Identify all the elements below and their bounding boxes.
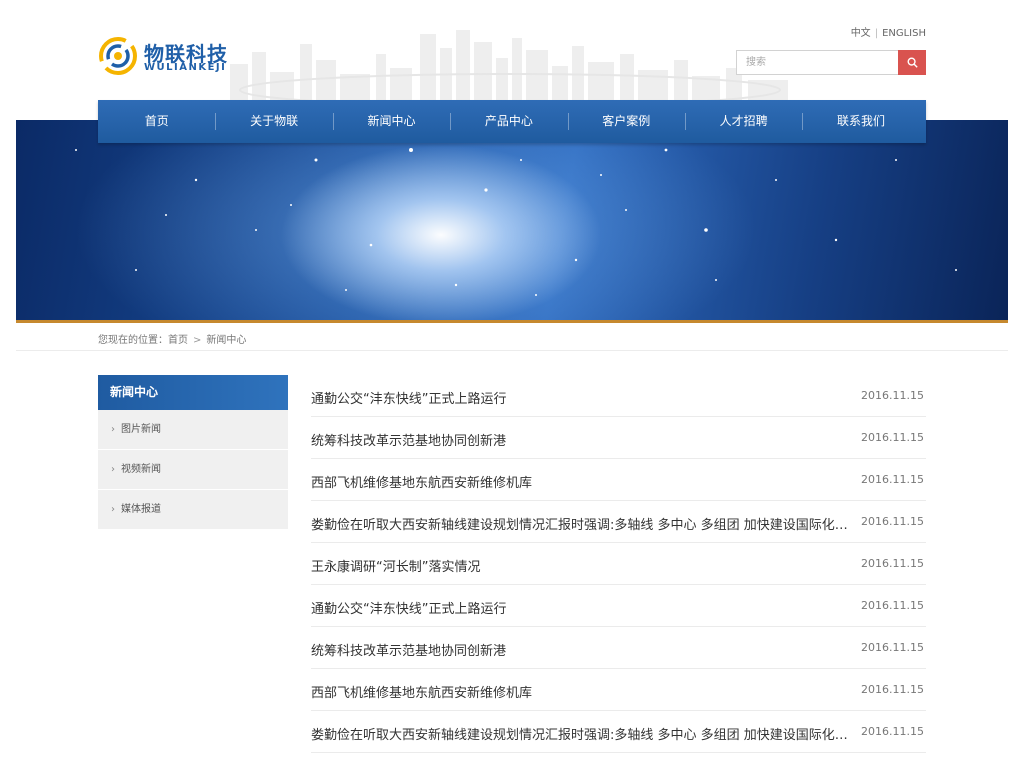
divider [16,350,1008,351]
breadcrumb-label: 您现在的位置： [98,335,168,346]
news-date: 2016.11.15 [861,725,924,738]
nav-item-products[interactable]: 产品中心 [450,100,567,143]
nav-item-home[interactable]: 首页 [98,100,215,143]
news-date: 2016.11.15 [861,473,924,486]
swirl-logo-icon [99,37,137,75]
sidebar-item-video-news[interactable]: › 视频新闻 [98,450,288,490]
news-date: 2016.11.15 [861,557,924,570]
search-input[interactable] [736,50,898,75]
news-row[interactable]: 通勤公交“沣东快线”正式上路运行 2016.11.15 [311,585,926,627]
nav-item-cases[interactable]: 客户案例 [567,100,685,143]
sidebar-item-label: 图片新闻 [121,424,161,435]
sidebar-item-photo-news[interactable]: › 图片新闻 [98,410,288,450]
news-list: 通勤公交“沣东快线”正式上路运行 2016.11.15 统筹科技改革示范基地协同创… [311,375,926,753]
brand-name-en: WULIANKEJI [144,62,227,73]
news-row[interactable]: 王永康调研“河长制”落实情况 2016.11.15 [311,543,926,585]
nav-item-contact[interactable]: 联系我们 [802,100,919,143]
brand-logo[interactable]: 物联科技 WULIANKEJI [98,36,258,78]
banner-stars [75,148,957,296]
sidebar: 新闻中心 › 图片新闻 › 视频新闻 › 媒体报道 [98,375,288,530]
news-row[interactable]: 统筹科技改革示范基地协同创新港 2016.11.15 [311,417,926,459]
news-date: 2016.11.15 [861,683,924,696]
news-title-link[interactable]: 通勤公交“沣东快线”正式上路运行 [311,598,851,617]
chevron-right-icon: › [111,424,115,435]
news-date: 2016.11.15 [861,599,924,612]
breadcrumb: 您现在的位置：首页 > 新闻中心 [98,331,246,346]
news-title-link[interactable]: 统筹科技改革示范基地协同创新港 [311,430,851,449]
news-date: 2016.11.15 [861,389,924,402]
sidebar-item-label: 媒体报道 [121,504,161,515]
nav-item-careers[interactable]: 人才招聘 [684,100,802,143]
nav-item-about[interactable]: 关于物联 [215,100,332,143]
news-row[interactable]: 娄勤俭在听取大西安新轴线建设规划情况汇报时强调:多轴线 多中心 多组团 加快建设… [311,501,926,543]
search-icon [907,57,918,68]
language-switcher: 中文 | ENGLISH [851,24,926,39]
lang-english-link[interactable]: ENGLISH [882,28,926,39]
news-row[interactable]: 西部飞机维修基地东航西安新维修机库 2016.11.15 [311,459,926,501]
page: 物联科技 WULIANKEJI 中文|ENGLISH 首页 关于物联 新闻中心 … [0,0,1024,768]
breadcrumb-separator: > [193,335,202,346]
news-title-link[interactable]: 娄勤俭在听取大西安新轴线建设规划情况汇报时强调:多轴线 多中心 多组团 加快建设… [311,514,851,533]
news-row[interactable]: 娄勤俭在听取大西安新轴线建设规划情况汇报时强调:多轴线 多中心 多组团 加快建设… [311,711,926,753]
galaxy-banner [16,120,1008,320]
news-title-link[interactable]: 西部飞机维修基地东航西安新维修机库 [311,682,851,701]
chevron-right-icon: › [111,504,115,515]
banner-accent-line [16,320,1008,323]
news-date: 2016.11.15 [861,515,924,528]
search-box [736,50,926,75]
lang-separator: | [874,28,879,39]
city-skyline-decoration [230,30,788,100]
main-nav: 首页 关于物联 新闻中心 产品中心 客户案例 人才招聘 联系我们 [98,100,926,143]
news-date: 2016.11.15 [861,431,924,444]
chevron-right-icon: › [111,464,115,475]
sidebar-item-media-reports[interactable]: › 媒体报道 [98,490,288,530]
search-button[interactable] [898,50,926,75]
news-title-link[interactable]: 通勤公交“沣东快线”正式上路运行 [311,388,851,407]
breadcrumb-home-link[interactable]: 首页 [168,331,188,346]
nav-item-news[interactable]: 新闻中心 [332,100,450,143]
news-row[interactable]: 统筹科技改革示范基地协同创新港 2016.11.15 [311,627,926,669]
news-row[interactable]: 通勤公交“沣东快线”正式上路运行 2016.11.15 [311,375,926,417]
news-date: 2016.11.15 [861,641,924,654]
news-title-link[interactable]: 统筹科技改革示范基地协同创新港 [311,640,851,659]
news-row[interactable]: 西部飞机维修基地东航西安新维修机库 2016.11.15 [311,669,926,711]
sidebar-item-label: 视频新闻 [121,464,161,475]
sidebar-title: 新闻中心 [98,375,288,410]
news-title-link[interactable]: 西部飞机维修基地东航西安新维修机库 [311,472,851,491]
news-title-link[interactable]: 娄勤俭在听取大西安新轴线建设规划情况汇报时强调:多轴线 多中心 多组团 加快建设… [311,724,851,743]
news-title-link[interactable]: 王永康调研“河长制”落实情况 [311,556,851,575]
breadcrumb-current: 新闻中心 [206,335,247,346]
header: 物联科技 WULIANKEJI 中文 | ENGLISH [0,0,1024,100]
lang-chinese-link[interactable]: 中文 [851,24,871,39]
